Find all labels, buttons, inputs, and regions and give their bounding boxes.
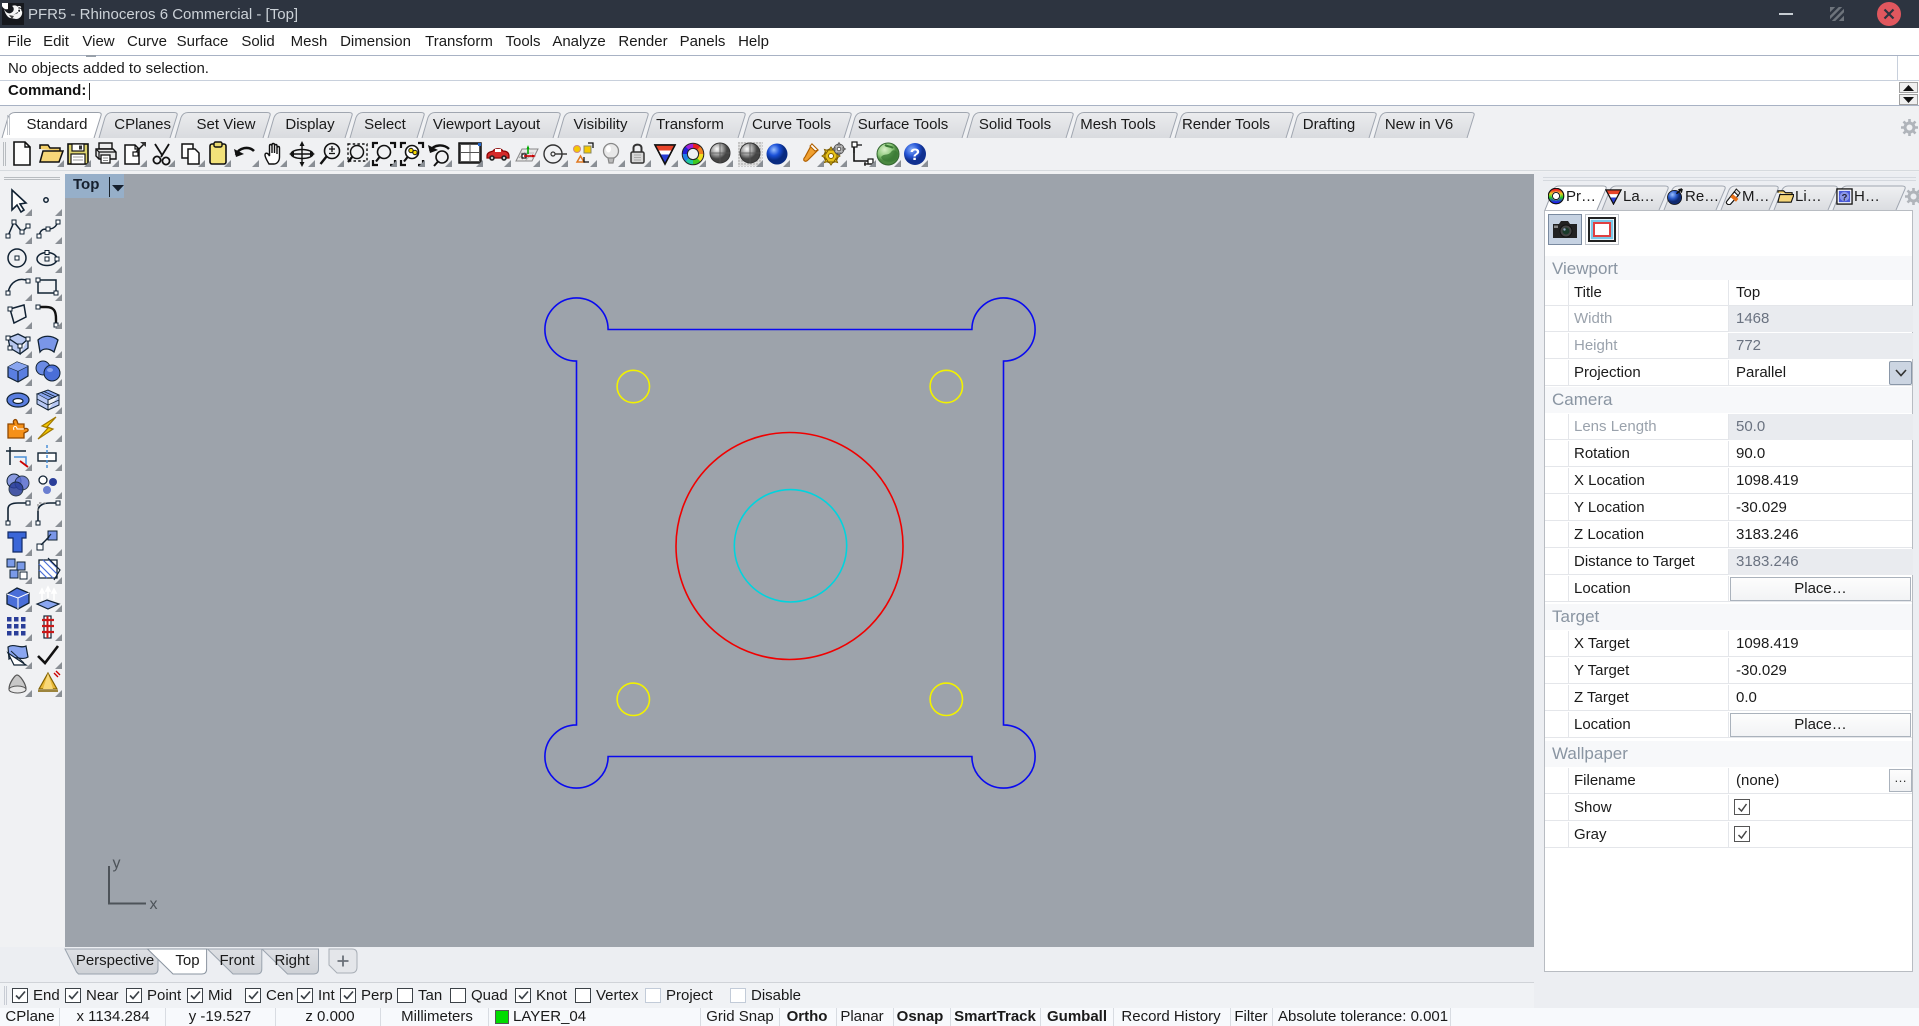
svg-text:6: 6 <box>16 5 22 16</box>
svg-text:?: ? <box>910 145 920 164</box>
svg-text:?: ? <box>1842 192 1848 203</box>
svg-text:y: y <box>113 855 121 872</box>
svg-text:x: x <box>150 896 158 913</box>
